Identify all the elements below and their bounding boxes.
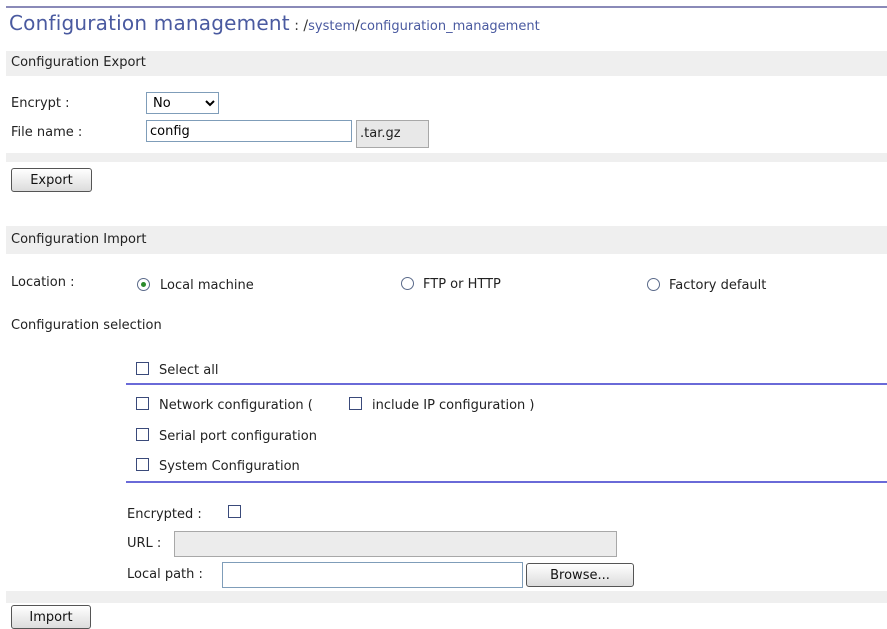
filename-input[interactable] bbox=[146, 120, 352, 142]
select-all-checkbox[interactable] bbox=[136, 362, 149, 375]
url-label: URL : bbox=[127, 536, 162, 551]
page-title: Configuration management : /system/confi… bbox=[9, 11, 540, 35]
import-button[interactable]: Import bbox=[11, 605, 91, 629]
system-config-checkbox[interactable] bbox=[136, 458, 149, 471]
selection-divider-bottom bbox=[126, 481, 887, 483]
location-radio-ftp[interactable] bbox=[401, 277, 414, 290]
network-config-label: Network configuration ( bbox=[159, 398, 313, 413]
config-selection-title: Configuration selection bbox=[11, 318, 162, 333]
title-separator: : bbox=[289, 18, 304, 34]
encrypt-label: Encrypt : bbox=[11, 96, 70, 111]
breadcrumb-system: system bbox=[308, 19, 356, 34]
include-ip-checkbox[interactable] bbox=[349, 397, 362, 410]
breadcrumb-page: configuration_management bbox=[359, 19, 540, 34]
encrypted-checkbox[interactable] bbox=[228, 505, 241, 518]
import-footer-band bbox=[6, 591, 887, 603]
encrypted-label: Encrypted : bbox=[127, 507, 202, 522]
export-footer-band bbox=[6, 153, 887, 162]
export-button[interactable]: Export bbox=[11, 168, 92, 192]
import-section-title: Configuration Import bbox=[11, 232, 147, 247]
filename-suffix: .tar.gz bbox=[356, 120, 429, 148]
system-config-label: System Configuration bbox=[159, 459, 300, 474]
select-all-label: Select all bbox=[159, 363, 219, 378]
browse-button[interactable]: Browse... bbox=[526, 563, 634, 587]
url-input[interactable] bbox=[174, 531, 617, 557]
selection-divider-top bbox=[126, 383, 887, 385]
location-radio-local[interactable] bbox=[137, 278, 150, 291]
local-path-label: Local path : bbox=[127, 567, 203, 582]
location-option-factory: Factory default bbox=[669, 278, 767, 293]
filename-label: File name : bbox=[11, 125, 83, 140]
location-option-local: Local machine bbox=[160, 278, 254, 293]
location-label: Location : bbox=[11, 275, 75, 290]
encrypt-select[interactable]: No bbox=[146, 92, 219, 114]
page-title-text: Configuration management bbox=[9, 11, 290, 35]
network-config-checkbox[interactable] bbox=[136, 397, 149, 410]
location-option-ftp: FTP or HTTP bbox=[423, 277, 501, 292]
export-section-title: Configuration Export bbox=[11, 55, 146, 70]
include-ip-label: include IP configuration ) bbox=[372, 398, 535, 413]
local-path-input[interactable] bbox=[222, 562, 523, 588]
top-divider bbox=[6, 6, 887, 8]
serial-config-label: Serial port configuration bbox=[159, 429, 317, 444]
serial-config-checkbox[interactable] bbox=[136, 428, 149, 441]
location-radio-factory[interactable] bbox=[647, 278, 660, 291]
